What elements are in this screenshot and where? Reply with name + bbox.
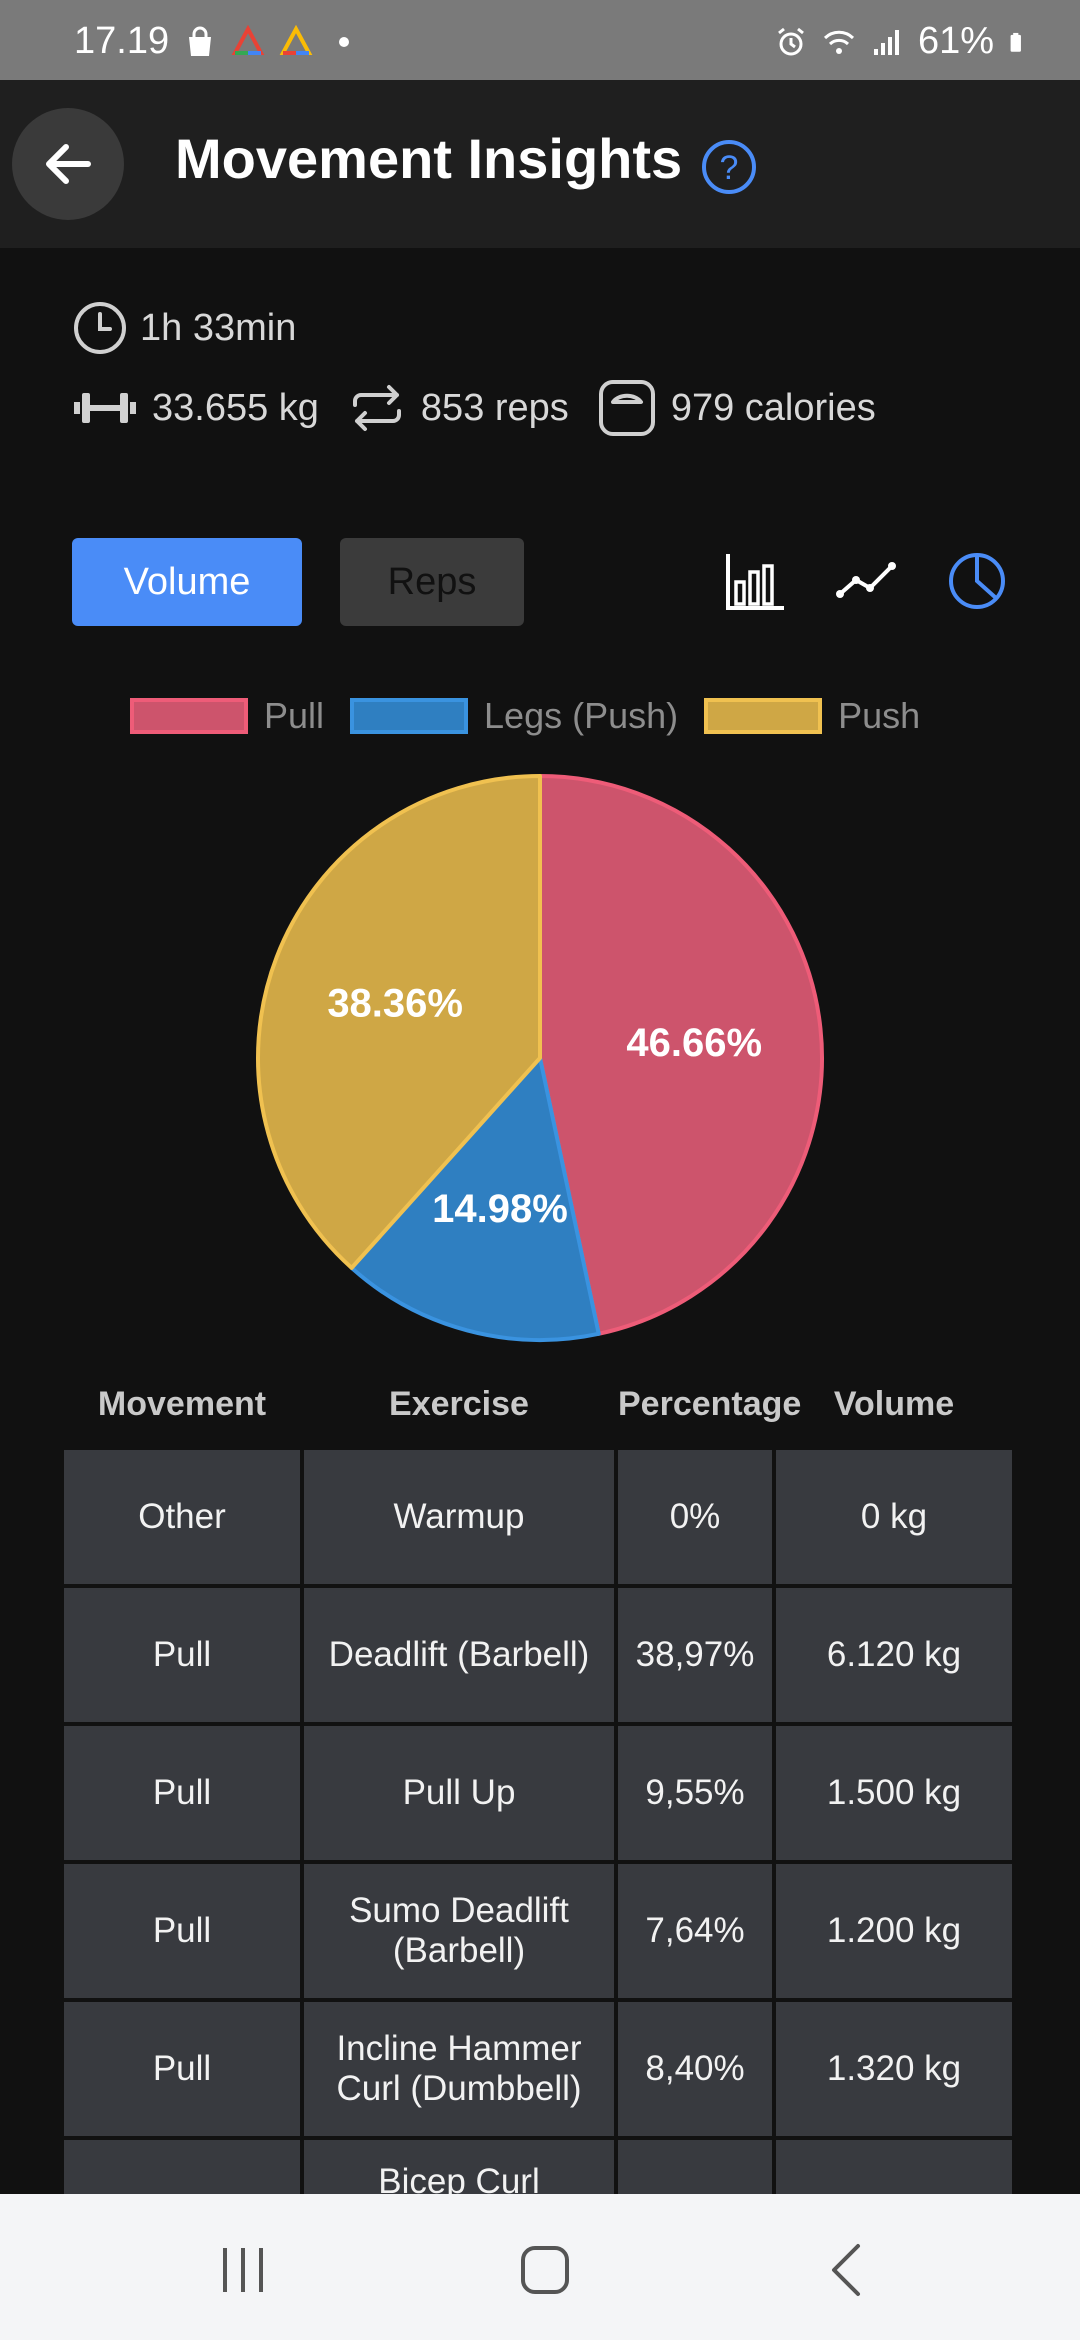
pie-label-pull: 46.66% <box>626 1021 762 1065</box>
wifi-icon <box>823 30 854 54</box>
cell-percentage: 8,40% <box>618 2002 772 2136</box>
table-row[interactable]: Pull Pull Up 9,55% 1.500 kg <box>64 1726 1016 1860</box>
cell-volume: 1.500 kg <box>776 1726 1012 1860</box>
table-row[interactable]: Pull Incline Hammer Curl (Dumbbell) 8,40… <box>64 2002 1016 2136</box>
dot-icon <box>339 36 350 47</box>
alarm-icon <box>778 27 804 55</box>
cell-exercise: Incline Hammer Curl (Dumbbell) <box>304 2002 614 2136</box>
legend-item-push[interactable]: Push <box>704 695 920 737</box>
status-time: 17.19 <box>74 20 170 62</box>
header-percentage: Percentage <box>618 1385 802 1423</box>
home-button[interactable] <box>505 2230 585 2310</box>
pie-label-push: 38.36% <box>327 982 463 1026</box>
tab-reps[interactable]: Reps <box>340 538 524 626</box>
status-left: 17.19 <box>74 20 361 63</box>
header-volume: Volume <box>833 1385 955 1423</box>
dumbbell-icon <box>74 393 136 423</box>
calories-stat: 979 calories <box>597 378 876 438</box>
svg-text:?: ? <box>720 149 739 187</box>
page-title: Movement Insights <box>175 127 683 190</box>
system-nav-bar <box>0 2194 1080 2340</box>
legend-swatch-pull <box>130 698 248 734</box>
cell-percentage: 0% <box>618 1450 772 1584</box>
legend-item-pull[interactable]: Pull <box>130 695 324 737</box>
legend-item-legs-push[interactable]: Legs (Push) <box>350 695 678 737</box>
scale-icon <box>598 380 655 436</box>
battery-icon <box>1010 32 1021 52</box>
help-icon[interactable]: ? <box>700 138 758 196</box>
cell-movement: Pull <box>64 1864 300 1998</box>
cell-volume: 1.320 kg <box>776 2002 1012 2136</box>
calories-value: 979 calories <box>670 386 876 429</box>
legend-label-push: Push <box>838 695 921 736</box>
header-movement: Movement <box>97 1385 267 1423</box>
cell-volume: 1.200 kg <box>776 1864 1012 1998</box>
app-header: Movement Insights ? <box>0 80 1080 248</box>
table-header: Movement Exercise Percentage Volume <box>64 1385 1016 1445</box>
status-bar: 17.19 61% <box>0 0 1080 80</box>
reps-value: 853 reps <box>420 386 569 429</box>
shopping-bag-icon <box>189 26 212 56</box>
reps-stat: 853 reps <box>347 383 569 433</box>
recent-apps-icon <box>223 2248 263 2292</box>
home-icon <box>521 2246 569 2294</box>
legend-swatch-push <box>704 698 823 734</box>
system-back-button[interactable] <box>808 2230 888 2310</box>
google-home-icon-2 <box>279 24 313 55</box>
pie-chart-svg: 46.66% 14.98% 38.36% <box>256 774 824 1342</box>
pie-chart: 46.66% 14.98% 38.36% <box>250 768 830 1348</box>
volume-value: 33.655 kg <box>152 386 319 429</box>
bar-chart-icon[interactable] <box>722 548 788 614</box>
cell-movement: Pull <box>64 1588 300 1722</box>
totals-row: 33.655 kg 853 reps 979 calories <box>72 378 972 438</box>
legend-swatch-legs-push <box>350 698 469 734</box>
header-exercise: Exercise <box>389 1385 529 1423</box>
pie-chart-icon[interactable] <box>944 548 1010 614</box>
table-row[interactable]: Pull Deadlift (Barbell) 38,97% 6.120 kg <box>64 1588 1016 1722</box>
cell-volume: 0 kg <box>776 1450 1012 1584</box>
cell-movement: Other <box>64 1450 300 1584</box>
cell-movement: Pull <box>64 1726 300 1860</box>
legend-label-legs-push: Legs (Push) <box>484 695 679 736</box>
table-row[interactable]: Pull Sumo Deadlift (Barbell) 7,64% 1.200… <box>64 1864 1016 1998</box>
signal-icon <box>873 29 899 55</box>
cell-percentage: 7,64% <box>618 1864 772 1998</box>
line-chart-icon[interactable] <box>834 548 900 614</box>
back-button[interactable] <box>12 108 124 220</box>
table-row[interactable]: Other Warmup 0% 0 kg <box>64 1450 1016 1584</box>
cell-exercise: Deadlift (Barbell) <box>304 1588 614 1722</box>
duration-row: 1h 33min <box>72 298 296 358</box>
cell-percentage: 9,55% <box>618 1726 772 1860</box>
chart-legend: Pull Legs (Push) Push <box>130 695 946 737</box>
cell-percentage: 38,97% <box>618 1588 772 1722</box>
status-right: 61% <box>774 20 1030 63</box>
duration-value: 1h 33min <box>140 306 297 349</box>
volume-stat: 33.655 kg <box>72 387 319 430</box>
cell-movement: Pull <box>64 2002 300 2136</box>
cell-exercise: Sumo Deadlift (Barbell) <box>304 1864 614 1998</box>
chevron-left-icon <box>832 2244 860 2296</box>
repeat-icon <box>352 385 401 431</box>
recent-apps-button[interactable] <box>203 2230 283 2310</box>
arrow-left-icon <box>46 144 91 184</box>
cell-exercise: Warmup <box>304 1450 614 1584</box>
legend-label-pull: Pull <box>264 695 325 736</box>
pie-label-legs-push: 14.98% <box>432 1187 568 1231</box>
workout-summary: 1h 33min 33.655 kg 853 reps 979 calories <box>72 298 876 436</box>
tab-volume[interactable]: Volume <box>72 538 302 626</box>
cell-volume: 6.120 kg <box>776 1588 1012 1722</box>
clock-icon <box>74 302 126 354</box>
cell-exercise: Pull Up <box>304 1726 614 1860</box>
google-home-icon <box>231 24 265 55</box>
battery-percentage: 61% <box>917 20 994 62</box>
